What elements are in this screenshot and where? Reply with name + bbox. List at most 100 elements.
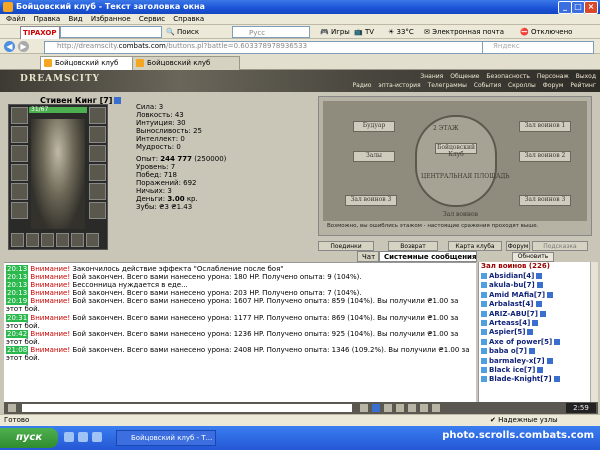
nav-radio[interactable]: Радио bbox=[352, 82, 371, 89]
toolbar-tv[interactable]: 📺 TV bbox=[354, 26, 374, 38]
chat-input[interactable] bbox=[22, 404, 352, 412]
inv-slot[interactable] bbox=[71, 233, 84, 247]
inv-slot[interactable] bbox=[56, 233, 69, 247]
menu-tools[interactable]: Сервис bbox=[139, 14, 165, 25]
map-label-club[interactable]: Бойцовский Клуб bbox=[435, 143, 477, 158]
nav-events[interactable]: События bbox=[474, 82, 501, 89]
forward-button[interactable]: ▶ bbox=[18, 41, 29, 52]
quicklaunch-desktop-icon[interactable] bbox=[78, 432, 88, 442]
taskbar-window-button[interactable]: Бойцовский клуб - Т... bbox=[116, 430, 216, 446]
toolbar-disabled[interactable]: ⛔ Отключено bbox=[520, 26, 572, 38]
hint-button[interactable]: Подсказка bbox=[532, 241, 588, 251]
nav-exit[interactable]: Выход bbox=[576, 73, 596, 80]
toolbar-search-button[interactable]: 🔍 Поиск bbox=[166, 26, 199, 38]
info-icon[interactable] bbox=[546, 357, 553, 364]
info-icon[interactable] bbox=[114, 97, 122, 104]
nav-telegrams[interactable]: Телеграммы bbox=[428, 82, 467, 89]
menu-view[interactable]: Вид bbox=[68, 14, 82, 25]
inv-slot[interactable] bbox=[11, 233, 24, 247]
info-icon[interactable] bbox=[536, 282, 543, 289]
map-label-warrior-hall-1[interactable]: Зал воинов 1 bbox=[519, 121, 571, 132]
list-item[interactable]: Arteass[4] bbox=[481, 319, 589, 328]
info-icon[interactable] bbox=[537, 366, 544, 373]
legs-slot[interactable] bbox=[89, 183, 106, 200]
tirax-brand[interactable]: TIPAXOP bbox=[20, 26, 60, 40]
clear-icon[interactable] bbox=[384, 404, 392, 412]
nav-rating[interactable]: Рейтинг bbox=[570, 82, 596, 89]
tab-fight-club-2[interactable]: Бойцовский клуб bbox=[132, 56, 240, 70]
quicklaunch-ie-icon[interactable] bbox=[64, 432, 74, 442]
nav-forum[interactable]: Форум bbox=[543, 82, 564, 89]
tab-chat[interactable]: Чат bbox=[357, 251, 379, 262]
nav-character[interactable]: Персонаж bbox=[537, 73, 569, 80]
map-label-halls[interactable]: Залы bbox=[353, 151, 395, 162]
amulet-slot[interactable] bbox=[11, 126, 28, 143]
helmet-slot[interactable] bbox=[11, 107, 28, 124]
info-icon[interactable] bbox=[554, 338, 561, 345]
player-list-scrollbar[interactable] bbox=[590, 262, 598, 402]
map-label-warrior-hall-3b[interactable]: Зал воинов 3 bbox=[519, 195, 571, 206]
return-button[interactable]: Возврат bbox=[388, 241, 438, 251]
toolbar-email[interactable]: ✉ Электронная почта bbox=[424, 26, 504, 38]
club-map-button[interactable]: Карта клуба bbox=[448, 241, 502, 251]
inv-slot[interactable] bbox=[41, 233, 54, 247]
info-icon[interactable] bbox=[536, 273, 543, 279]
info-icon[interactable] bbox=[527, 329, 534, 336]
hide-icon[interactable] bbox=[432, 404, 440, 412]
gloves-slot[interactable] bbox=[89, 126, 106, 143]
duels-button[interactable]: Поединки bbox=[318, 241, 374, 251]
toolbar-search-input[interactable] bbox=[60, 26, 162, 38]
map-label-warrior-hall-2[interactable]: Зал воинов 2 bbox=[519, 151, 571, 162]
bracer-slot[interactable] bbox=[89, 164, 106, 181]
smile-icon[interactable] bbox=[360, 404, 368, 412]
filter-icon[interactable] bbox=[372, 404, 380, 412]
nav-knowledge[interactable]: Знания bbox=[420, 73, 443, 80]
yandex-search-input[interactable]: Яндекс bbox=[482, 41, 594, 54]
map-label-warrior-hall-3a[interactable]: Зал воинов 3 bbox=[345, 195, 397, 206]
back-button[interactable]: ◀ bbox=[4, 41, 15, 52]
info-icon[interactable] bbox=[553, 376, 560, 383]
list-item[interactable]: barmaley-x[7] bbox=[481, 357, 589, 366]
nav-history[interactable]: эпта-история bbox=[378, 82, 420, 89]
tab-system-messages[interactable]: Системные сообщения bbox=[379, 251, 477, 262]
toolbar-lang-input[interactable]: Русс bbox=[232, 26, 310, 38]
sound-icon[interactable] bbox=[408, 404, 416, 412]
map-label-boudoir[interactable]: Будуар bbox=[353, 121, 395, 132]
list-item[interactable]: ARIZ-ABU[7] bbox=[481, 310, 589, 319]
boots-slot[interactable] bbox=[89, 202, 106, 219]
list-item[interactable]: Absidian[4] bbox=[481, 272, 589, 281]
chat-menu-icon[interactable] bbox=[8, 404, 16, 412]
inv-slot[interactable] bbox=[86, 233, 99, 247]
list-item[interactable]: Axe of power[5] bbox=[481, 338, 589, 347]
info-icon[interactable] bbox=[535, 301, 542, 308]
start-button[interactable]: пуск bbox=[0, 428, 58, 448]
menu-file[interactable]: Файл bbox=[6, 14, 25, 25]
refresh-button[interactable]: Обновить bbox=[512, 252, 554, 262]
info-icon[interactable] bbox=[547, 291, 554, 298]
nav-security[interactable]: Безопасность bbox=[486, 73, 530, 80]
earring-slot[interactable] bbox=[89, 107, 106, 124]
ring-slot[interactable] bbox=[11, 202, 28, 219]
toolbar-weather[interactable]: ☀ 33°C bbox=[388, 26, 414, 38]
url-field[interactable]: http://dreamscity.combats.com/buttons.pl… bbox=[44, 41, 490, 54]
close-button[interactable]: × bbox=[584, 1, 598, 14]
belt-slot[interactable] bbox=[11, 183, 28, 200]
list-item[interactable]: Arbalast[4] bbox=[481, 300, 589, 309]
list-item[interactable]: Amid MAfia[7] bbox=[481, 291, 589, 300]
minimize-button[interactable]: _ bbox=[558, 1, 572, 14]
armor-slot[interactable] bbox=[11, 164, 28, 181]
menu-edit[interactable]: Правка bbox=[34, 14, 61, 25]
nav-communication[interactable]: Общение bbox=[450, 73, 479, 80]
nav-scrolls[interactable]: Скроллы bbox=[508, 82, 536, 89]
toolbar-games[interactable]: 🎮 Игры bbox=[320, 26, 350, 38]
inv-slot[interactable] bbox=[26, 233, 39, 247]
list-item[interactable]: Blade-Knight[7] bbox=[481, 375, 589, 384]
list-item[interactable]: Black ice[7] bbox=[481, 366, 589, 375]
maximize-button[interactable]: □ bbox=[571, 1, 585, 14]
info-icon[interactable] bbox=[539, 310, 546, 317]
weapon-slot[interactable] bbox=[11, 145, 28, 162]
list-item[interactable]: akula-bu[7] bbox=[481, 281, 589, 290]
menu-favorites[interactable]: Избранное bbox=[91, 14, 131, 25]
speed-icon[interactable] bbox=[420, 404, 428, 412]
info-icon[interactable] bbox=[532, 319, 539, 326]
